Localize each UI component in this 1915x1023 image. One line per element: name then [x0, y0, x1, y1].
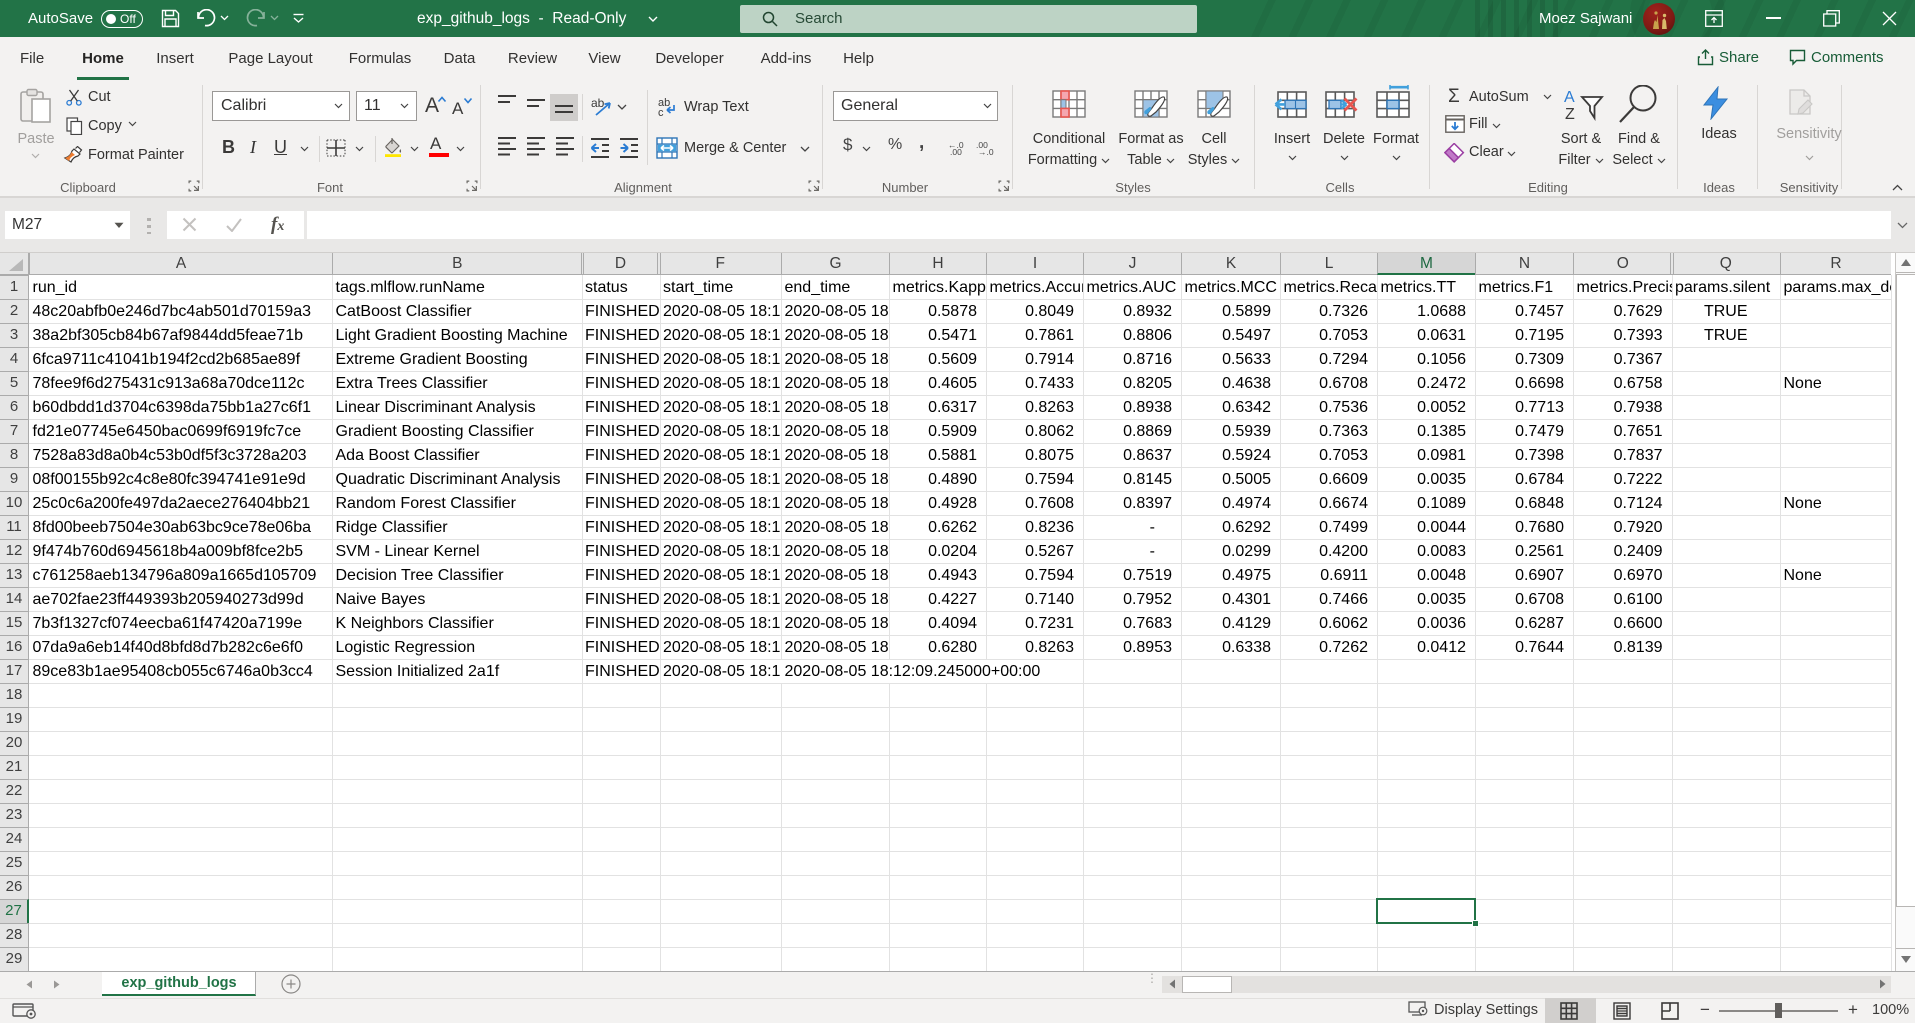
svg-text:→.0: →.0 [978, 147, 994, 155]
svg-text:ab: ab [591, 97, 605, 110]
svg-text:c: c [658, 107, 664, 117]
svg-text:A: A [1564, 89, 1575, 106]
svg-text:Z: Z [1565, 106, 1575, 121]
svg-text:.00: .00 [950, 147, 962, 155]
